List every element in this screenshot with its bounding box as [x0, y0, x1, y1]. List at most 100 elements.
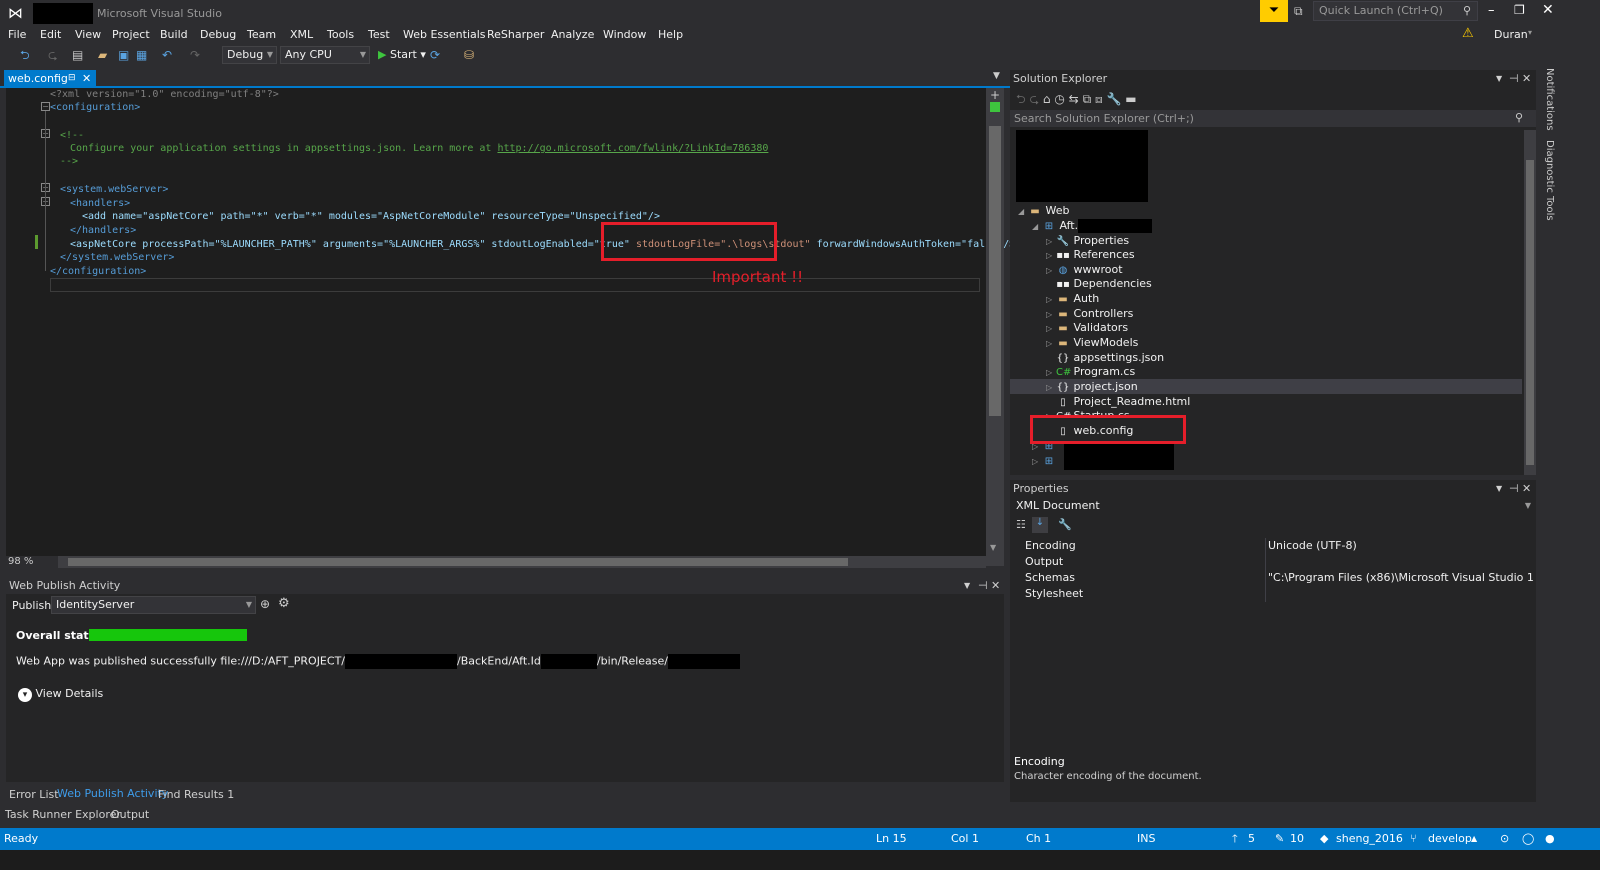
- se-scroll-thumb[interactable]: [1526, 160, 1534, 465]
- status-branch-chevron-icon[interactable]: ▲: [1471, 828, 1477, 850]
- prop-row-encoding[interactable]: Encoding Unicode (UTF-8): [1010, 538, 1536, 554]
- tree-item-controllers[interactable]: ▷ ▬ Controllers: [1046, 307, 1133, 321]
- se-menu-icon[interactable]: ▼: [1496, 70, 1502, 87]
- tree-item-properties[interactable]: ▷ 🔧 Properties: [1046, 234, 1129, 248]
- user-name[interactable]: Duran: [1494, 28, 1528, 41]
- platform-select[interactable]: Any CPU ▼: [280, 46, 370, 64]
- close-button[interactable]: ✕: [1542, 2, 1554, 18]
- props-menu-icon[interactable]: ▼: [1496, 480, 1502, 497]
- feedback-icon[interactable]: ⧉: [1294, 4, 1303, 19]
- tree-item-dependencies[interactable]: ▪▪ Dependencies: [1056, 277, 1152, 291]
- redo-icon[interactable]: ↷: [190, 47, 200, 63]
- properties-wrench-icon[interactable]: 🔧: [1106, 92, 1121, 106]
- panel-menu-icon[interactable]: ▼: [964, 577, 970, 594]
- menu-view[interactable]: View: [75, 28, 101, 41]
- tab-task-runner[interactable]: Task Runner Explorer: [5, 808, 121, 821]
- status-pencil-icon[interactable]: ✎: [1275, 828, 1284, 850]
- menu-build[interactable]: Build: [160, 28, 188, 41]
- tree-item-references[interactable]: ▷ ▪▪ References: [1046, 248, 1135, 262]
- save-icon[interactable]: ▣: [118, 47, 129, 63]
- tab-overflow-icon[interactable]: ▼: [993, 71, 1000, 81]
- publish-profile-select[interactable]: IdentityServer ▼: [51, 596, 256, 614]
- menu-team[interactable]: Team: [247, 28, 276, 41]
- categorized-icon[interactable]: ☷: [1016, 518, 1026, 531]
- se-scrollbar[interactable]: [1524, 130, 1536, 475]
- status-pending-edits[interactable]: 10: [1290, 828, 1304, 850]
- save-all-icon[interactable]: ▦: [136, 47, 147, 63]
- se-pin-icon[interactable]: ⊣: [1509, 70, 1519, 87]
- prop-row-stylesheet[interactable]: Stylesheet: [1010, 586, 1536, 602]
- minimize-button[interactable]: –: [1488, 3, 1495, 18]
- menu-tools[interactable]: Tools: [327, 28, 354, 41]
- menu-project[interactable]: Project: [112, 28, 150, 41]
- status-feedback-icon[interactable]: ◯: [1522, 828, 1534, 850]
- tree-item-project-json[interactable]: ▷{} project.json: [1046, 380, 1138, 394]
- warning-icon[interactable]: ⚠: [1462, 26, 1474, 41]
- menu-debug[interactable]: Debug: [200, 28, 236, 41]
- menu-file[interactable]: File: [8, 28, 26, 41]
- se-close-icon[interactable]: ✕: [1522, 70, 1531, 87]
- tab-web-publish-activity[interactable]: Web Publish Activity: [57, 787, 168, 800]
- globe-publish-icon[interactable]: ⊕: [260, 597, 270, 611]
- editor-horizontal-scrollbar[interactable]: 98 %: [6, 556, 986, 568]
- status-branch-name[interactable]: develop: [1428, 828, 1472, 850]
- preview-icon[interactable]: ▬: [1125, 92, 1136, 106]
- quick-launch-input[interactable]: Quick Launch (Ctrl+Q): [1313, 1, 1478, 21]
- notifications-tab[interactable]: Notifications: [1544, 68, 1555, 131]
- tab-close-icon[interactable]: ✕: [82, 70, 91, 87]
- pending-changes-icon[interactable]: ◷: [1054, 92, 1064, 106]
- scroll-thumb[interactable]: [989, 126, 1001, 416]
- status-unpublished-commits[interactable]: 5: [1248, 828, 1255, 850]
- tree-item-web[interactable]: ◢ ▬ Web: [1018, 204, 1069, 218]
- undo-icon[interactable]: ↶: [162, 47, 172, 63]
- prop-row-output[interactable]: Output: [1010, 554, 1536, 570]
- open-file-icon[interactable]: ▰: [98, 47, 107, 63]
- fwlink-url[interactable]: http://go.microsoft.com/fwlink/?LinkId=7…: [497, 143, 768, 154]
- user-chevron-down-icon[interactable]: ▾: [1528, 28, 1532, 37]
- home-icon[interactable]: ⌂: [1043, 92, 1051, 106]
- zoom-level[interactable]: 98 %: [6, 556, 58, 568]
- show-all-files-icon[interactable]: ⧈: [1095, 92, 1103, 106]
- scrollbar-plus-icon[interactable]: +: [990, 88, 1000, 102]
- prop-value[interactable]: "C:\Program Files (x86)\Microsoft Visual…: [1268, 570, 1534, 586]
- refresh-icon[interactable]: ⟳: [430, 47, 440, 63]
- diagnostic-tools-tab[interactable]: Diagnostic Tools: [1544, 140, 1555, 221]
- new-project-icon[interactable]: ▤: [72, 47, 83, 63]
- status-up-arrow-icon[interactable]: 🡑: [1232, 828, 1238, 850]
- restore-button[interactable]: ❐: [1514, 3, 1525, 17]
- scroll-down-icon[interactable]: ▼: [990, 543, 996, 552]
- menu-xml[interactable]: XML: [290, 28, 313, 41]
- solution-search-input[interactable]: Search Solution Explorer (Ctrl+;): [1010, 110, 1536, 127]
- tree-item-viewmodels[interactable]: ▷ ▬ ViewModels: [1046, 336, 1138, 350]
- start-button[interactable]: ▶ Start ▾: [378, 47, 426, 63]
- property-pages-icon[interactable]: 🔧: [1058, 518, 1072, 531]
- panel-close-icon[interactable]: ✕: [991, 577, 1000, 594]
- solution-search-icon[interactable]: ⚲: [1515, 111, 1523, 124]
- menu-test[interactable]: Test: [368, 28, 390, 41]
- tab-web-config[interactable]: web.config ⊟ ✕: [4, 70, 96, 87]
- sync-icon[interactable]: ⇆: [1069, 92, 1079, 106]
- tab-find-results[interactable]: Find Results 1: [158, 788, 234, 801]
- properties-object-select[interactable]: XML Document ▼: [1012, 498, 1534, 516]
- tree-item-appsettings[interactable]: {} appsettings.json: [1056, 351, 1164, 365]
- solution-config-select[interactable]: Debug ▼: [222, 46, 277, 64]
- menu-analyze[interactable]: Analyze: [551, 28, 594, 41]
- editor-vertical-scrollbar[interactable]: + ▼: [986, 88, 1004, 566]
- menu-window[interactable]: Window: [603, 28, 646, 41]
- collapse-all-icon[interactable]: ⧉: [1083, 92, 1092, 106]
- status-repo-icon[interactable]: ◆: [1320, 828, 1328, 850]
- panel-pin-icon[interactable]: ⊣: [978, 577, 988, 594]
- settings-gear-icon[interactable]: ⚙: [278, 596, 290, 611]
- tree-item-auth[interactable]: ▷ ▬ Auth: [1046, 292, 1099, 306]
- se-forward-icon[interactable]: ⮎: [1029, 92, 1039, 106]
- fold-config-icon[interactable]: −: [41, 102, 50, 111]
- status-download-icon[interactable]: ⊙: [1500, 828, 1509, 850]
- alphabetical-icon[interactable]: ↓: [1032, 517, 1048, 533]
- browser-link-icon[interactable]: ⛁: [464, 47, 474, 63]
- view-details-toggle[interactable]: ▾ View Details: [18, 687, 103, 702]
- tab-error-list[interactable]: Error List: [9, 788, 59, 801]
- props-close-icon[interactable]: ✕: [1522, 480, 1531, 497]
- se-back-icon[interactable]: ⮌: [1016, 92, 1026, 106]
- notification-flag-icon[interactable]: ⏷: [1260, 0, 1288, 22]
- hscroll-thumb[interactable]: [68, 558, 848, 566]
